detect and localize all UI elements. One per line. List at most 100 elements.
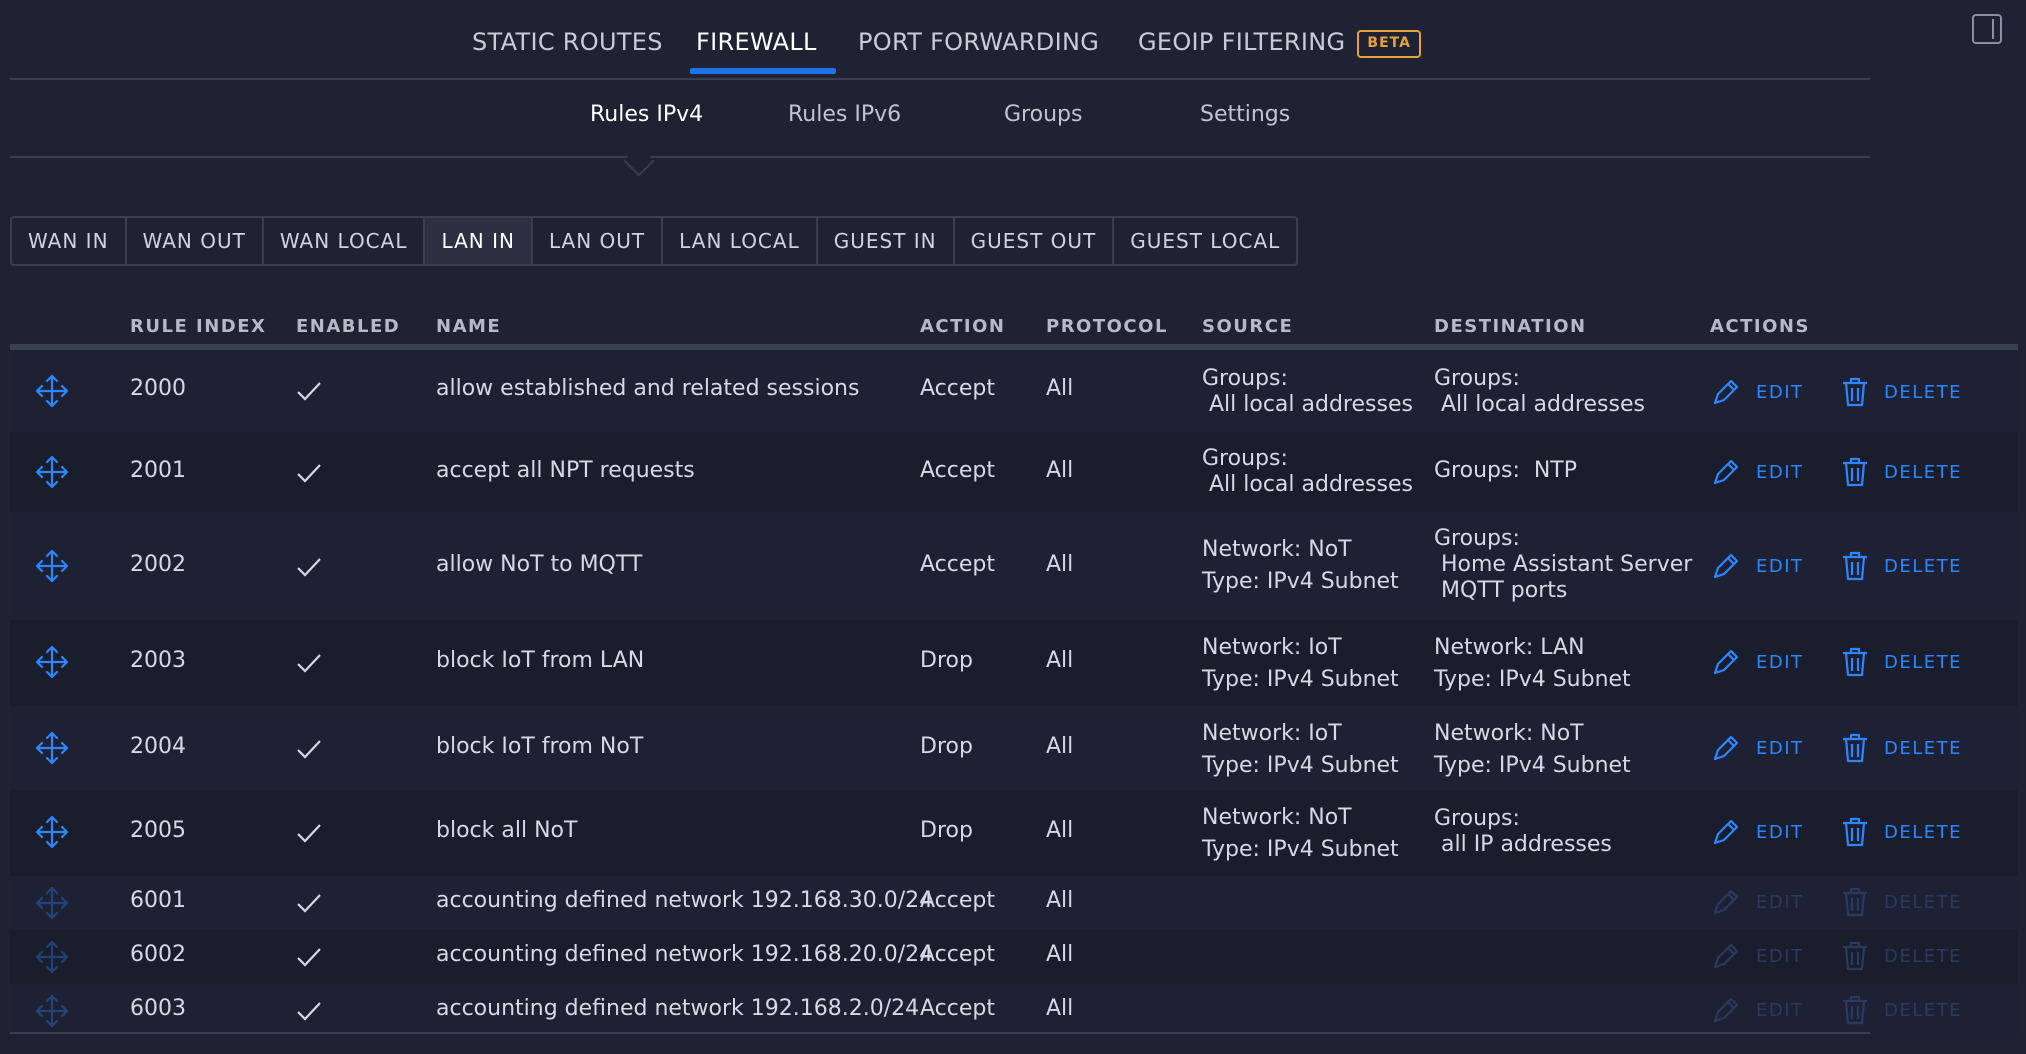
active-tab-indicator <box>690 68 836 74</box>
enabled-check-icon <box>297 654 321 673</box>
drag-handle-icon[interactable] <box>34 548 70 584</box>
rule-action: Accept <box>920 552 995 577</box>
source-line: Type: IPv4 Subnet <box>1202 753 1399 778</box>
rule-name: block IoT from LAN <box>436 648 645 673</box>
rule-name: accounting defined network 192.168.20.0/… <box>436 942 934 967</box>
enabled-check-icon <box>297 740 321 759</box>
delete-button[interactable]: DELETE <box>1840 376 1962 408</box>
filter-wan-in[interactable]: WAN IN <box>12 218 127 264</box>
header-name[interactable]: NAME <box>436 316 501 337</box>
drag-handle-icon[interactable] <box>34 814 70 850</box>
delete-button[interactable]: DELETE <box>1840 646 1962 678</box>
header-destination[interactable]: DESTINATION <box>1434 316 1587 337</box>
trash-icon <box>1843 887 1867 917</box>
drag-handle-icon[interactable] <box>34 644 70 680</box>
delete-label: DELETE <box>1884 737 1963 759</box>
rule-protocol: All <box>1046 648 1074 673</box>
rule-source: Network: NoT Type: IPv4 Subnet <box>1202 802 1399 866</box>
firewall-page: STATIC ROUTES FIREWALL PORT FORWARDING G… <box>0 0 2026 1054</box>
rule-source: Network: IoT Type: IPv4 Subnet <box>1202 718 1399 782</box>
rule-name: block all NoT <box>436 818 578 843</box>
filter-lan-local[interactable]: LAN LOCAL <box>663 218 818 264</box>
subtab-settings[interactable]: Settings <box>1200 102 1290 127</box>
edit-label: EDIT <box>1756 737 1804 759</box>
delete-button[interactable]: DELETE <box>1840 732 1962 764</box>
table-bottom-border <box>10 1032 1870 1034</box>
rule-action: Drop <box>920 818 973 843</box>
drag-handle-icon[interactable] <box>34 373 70 409</box>
filter-wan-local[interactable]: WAN LOCAL <box>264 218 426 264</box>
filter-guest-out[interactable]: GUEST OUT <box>955 218 1115 264</box>
pencil-icon <box>1713 997 1739 1023</box>
table-row[interactable]: 2000 allow established and related sessi… <box>10 350 2018 432</box>
rule-destination: Groups: all IP addresses <box>1434 806 1612 858</box>
table-row[interactable]: 2002 allow NoT to MQTT Accept All Networ… <box>10 512 2018 620</box>
rule-index: 2000 <box>130 376 186 401</box>
edit-button[interactable]: EDIT <box>1710 550 1804 582</box>
rule-name: accept all NPT requests <box>436 458 695 483</box>
trash-icon <box>1843 457 1867 487</box>
source-line: Network: IoT <box>1202 721 1342 746</box>
edit-button[interactable]: EDIT <box>1710 732 1804 764</box>
drag-handle-icon[interactable] <box>34 730 70 766</box>
edit-button[interactable]: EDIT <box>1710 646 1804 678</box>
edit-label: EDIT <box>1756 999 1804 1021</box>
header-protocol[interactable]: PROTOCOL <box>1046 316 1168 337</box>
edit-button-disabled: EDIT <box>1710 940 1804 972</box>
table-row[interactable]: 2003 block IoT from LAN Drop All Network… <box>10 620 2018 706</box>
rule-source: Groups: All local addresses <box>1202 446 1413 498</box>
delete-label: DELETE <box>1884 651 1963 673</box>
header-source[interactable]: SOURCE <box>1202 316 1293 337</box>
source-line: Groups: <box>1202 366 1288 391</box>
tab-port-forwarding[interactable]: PORT FORWARDING <box>858 28 1099 56</box>
rule-action: Accept <box>920 996 995 1021</box>
pencil-icon <box>1713 649 1739 675</box>
edit-button[interactable]: EDIT <box>1710 456 1804 488</box>
rule-action: Accept <box>920 458 995 483</box>
table-row[interactable]: 6003 accounting defined network 192.168.… <box>10 984 2018 1038</box>
filter-wan-out[interactable]: WAN OUT <box>127 218 264 264</box>
delete-button[interactable]: DELETE <box>1840 816 1962 848</box>
table-row[interactable]: 6002 accounting defined network 192.168.… <box>10 930 2018 984</box>
rule-protocol: All <box>1046 458 1074 483</box>
delete-label: DELETE <box>1884 555 1963 577</box>
tab-firewall[interactable]: FIREWALL <box>696 28 817 56</box>
destination-line: Groups: <box>1434 366 1520 391</box>
destination-line: all IP addresses <box>1434 832 1612 857</box>
subtab-rules-ipv4[interactable]: Rules IPv4 <box>590 102 703 127</box>
side-panel-icon[interactable] <box>1972 14 2002 44</box>
edit-label: EDIT <box>1756 555 1804 577</box>
rule-index: 2002 <box>130 552 186 577</box>
enabled-check-icon <box>297 948 321 967</box>
filter-lan-in[interactable]: LAN IN <box>425 218 533 264</box>
subtab-rules-ipv6[interactable]: Rules IPv6 <box>788 102 901 127</box>
edit-button[interactable]: EDIT <box>1710 376 1804 408</box>
rule-destination: Groups: Home Assistant Server MQTT ports <box>1434 526 1692 604</box>
edit-label: EDIT <box>1756 891 1804 913</box>
tab-static-routes[interactable]: STATIC ROUTES <box>472 28 663 56</box>
beta-badge: BETA <box>1357 30 1421 58</box>
delete-button[interactable]: DELETE <box>1840 550 1962 582</box>
rule-protocol: All <box>1046 942 1074 967</box>
header-enabled[interactable]: ENABLED <box>296 316 400 337</box>
drag-handle-icon[interactable] <box>34 454 70 490</box>
tab-geoip-filtering[interactable]: GEOIP FILTERING BETA <box>1138 28 1421 58</box>
filter-guest-local[interactable]: GUEST LOCAL <box>1114 218 1296 264</box>
filter-lan-out[interactable]: LAN OUT <box>533 218 664 264</box>
pencil-icon <box>1713 553 1739 579</box>
source-line: Type: IPv4 Subnet <box>1202 569 1399 594</box>
filter-guest-in[interactable]: GUEST IN <box>818 218 955 264</box>
rule-source: Network: IoT Type: IPv4 Subnet <box>1202 632 1399 696</box>
table-row[interactable]: 2005 block all NoT Drop All Network: NoT… <box>10 790 2018 876</box>
delete-button[interactable]: DELETE <box>1840 456 1962 488</box>
header-action[interactable]: ACTION <box>920 316 1005 337</box>
edit-button[interactable]: EDIT <box>1710 816 1804 848</box>
table-row[interactable]: 2004 block IoT from NoT Drop All Network… <box>10 706 2018 790</box>
pencil-icon <box>1713 889 1739 915</box>
trash-icon <box>1843 733 1867 763</box>
table-row[interactable]: 6001 accounting defined network 192.168.… <box>10 876 2018 930</box>
table-row[interactable]: 2001 accept all NPT requests Accept All … <box>10 432 2018 512</box>
rule-destination: Network: NoT Type: IPv4 Subnet <box>1434 718 1631 782</box>
header-rule-index[interactable]: RULE INDEX <box>130 316 266 337</box>
subtab-groups[interactable]: Groups <box>1004 102 1082 127</box>
